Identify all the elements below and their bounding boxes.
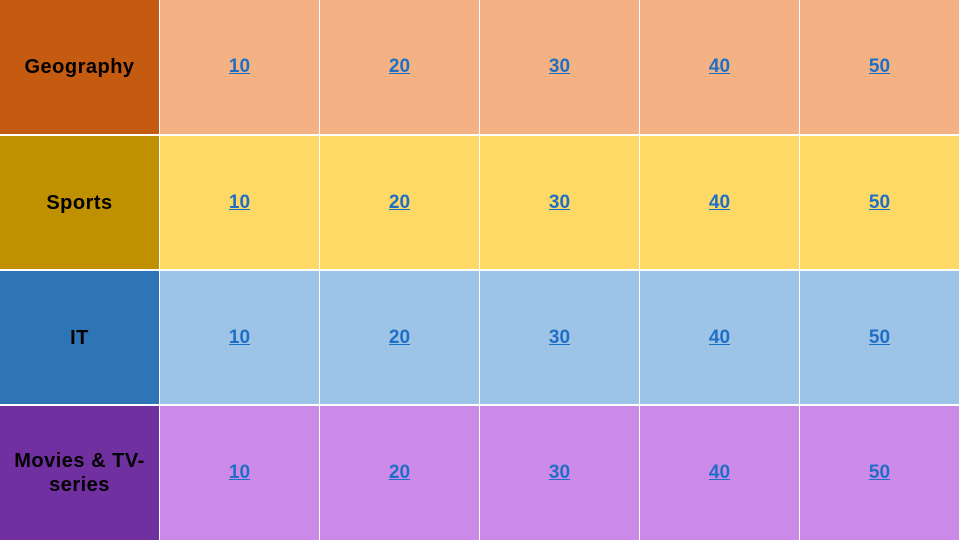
- category-header: Sports: [0, 136, 159, 269]
- point-value-link[interactable]: 30: [549, 462, 570, 484]
- question-cell: 10: [160, 406, 319, 540]
- question-cell: 30: [480, 0, 639, 134]
- point-value-link[interactable]: 30: [549, 327, 570, 349]
- point-value-link[interactable]: 10: [229, 192, 250, 214]
- point-value-link[interactable]: 20: [389, 56, 410, 78]
- category-header: Movies & TV-series: [0, 406, 159, 540]
- point-value-link[interactable]: 40: [709, 462, 730, 484]
- question-cell: 20: [320, 0, 479, 134]
- category-header: Geography: [0, 0, 159, 134]
- point-value-link[interactable]: 50: [869, 56, 890, 78]
- point-value-link[interactable]: 40: [709, 327, 730, 349]
- point-value-link[interactable]: 10: [229, 462, 250, 484]
- question-cell: 50: [800, 0, 959, 134]
- jeopardy-board: Geography 10 20 30 40 50 Sports 10 20 30 40 50 IT 10 2…: [0, 0, 960, 540]
- question-cell: 40: [640, 0, 799, 134]
- point-value-link[interactable]: 10: [229, 327, 250, 349]
- question-cell: 50: [800, 406, 959, 540]
- question-cell: 50: [800, 271, 959, 404]
- point-value-link[interactable]: 20: [389, 327, 410, 349]
- point-value-link[interactable]: 40: [709, 192, 730, 214]
- point-value-link[interactable]: 50: [869, 462, 890, 484]
- question-cell: 30: [480, 271, 639, 404]
- question-cell: 20: [320, 136, 479, 269]
- question-cell: 30: [480, 136, 639, 269]
- point-value-link[interactable]: 50: [869, 192, 890, 214]
- question-cell: 40: [640, 136, 799, 269]
- question-cell: 10: [160, 271, 319, 404]
- question-cell: 20: [320, 271, 479, 404]
- point-value-link[interactable]: 40: [709, 56, 730, 78]
- point-value-link[interactable]: 10: [229, 56, 250, 78]
- point-value-link[interactable]: 30: [549, 192, 570, 214]
- point-value-link[interactable]: 20: [389, 192, 410, 214]
- question-cell: 30: [480, 406, 639, 540]
- category-header: IT: [0, 271, 159, 404]
- point-value-link[interactable]: 50: [869, 327, 890, 349]
- question-cell: 40: [640, 406, 799, 540]
- point-value-link[interactable]: 30: [549, 56, 570, 78]
- question-cell: 20: [320, 406, 479, 540]
- question-cell: 50: [800, 136, 959, 269]
- question-cell: 40: [640, 271, 799, 404]
- question-cell: 10: [160, 0, 319, 134]
- point-value-link[interactable]: 20: [389, 462, 410, 484]
- question-cell: 10: [160, 136, 319, 269]
